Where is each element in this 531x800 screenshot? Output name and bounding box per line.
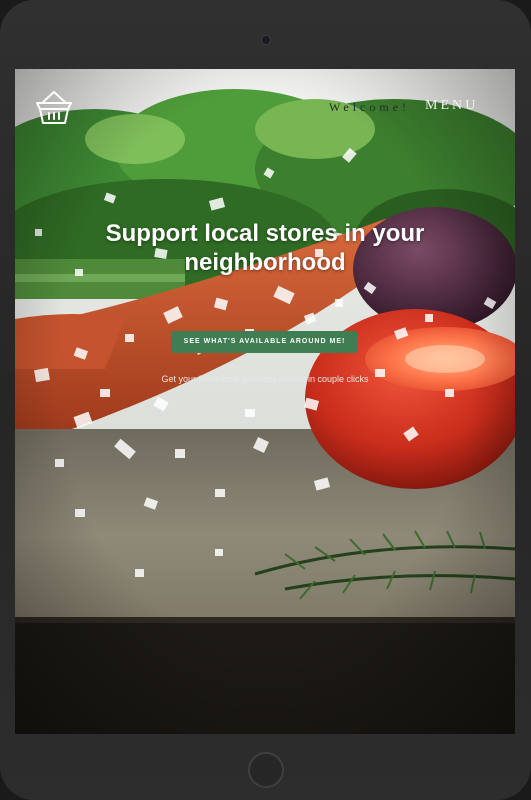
menu-button[interactable]: MENU <box>425 98 478 114</box>
hero-background-image <box>15 69 515 734</box>
tablet-frame: Welcome! MENU Support local stores in yo… <box>0 0 531 800</box>
camera-icon <box>261 35 271 45</box>
hero-subtext: Get your fresh local products basket in … <box>161 374 369 384</box>
welcome-text: Welcome! <box>329 100 411 114</box>
basket-icon[interactable] <box>33 87 75 129</box>
screen: Welcome! MENU Support local stores in yo… <box>15 69 515 734</box>
hero-headline: Support local stores in your neighborhoo… <box>105 220 425 276</box>
home-button[interactable] <box>248 752 284 788</box>
see-available-button[interactable]: SEE WHAT'S AVAILABLE AROUND ME! <box>171 331 358 353</box>
top-navigation: Welcome! MENU <box>15 69 515 147</box>
